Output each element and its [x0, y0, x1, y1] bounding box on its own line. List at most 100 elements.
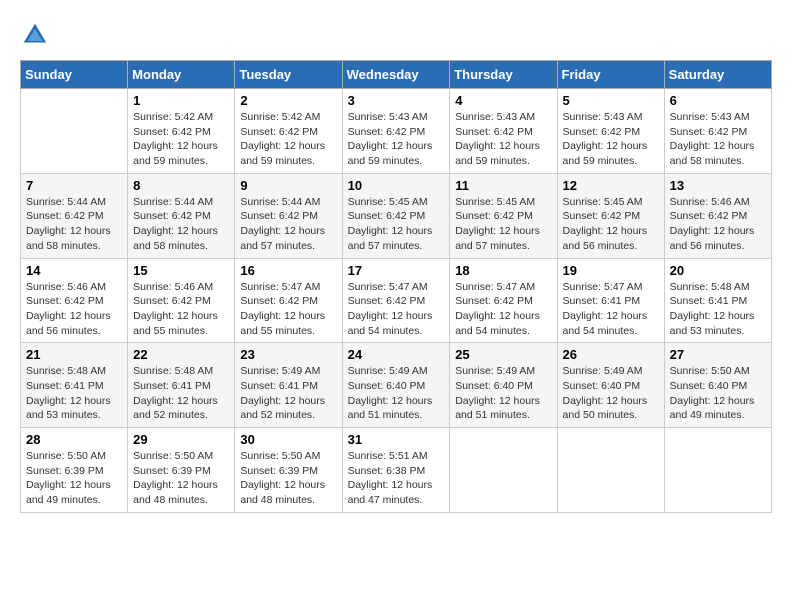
- day-number: 8: [133, 178, 229, 193]
- day-info: Sunrise: 5:43 AMSunset: 6:42 PMDaylight:…: [670, 110, 766, 169]
- day-info: Sunrise: 5:43 AMSunset: 6:42 PMDaylight:…: [348, 110, 445, 169]
- day-number: 16: [240, 263, 336, 278]
- calendar-table: SundayMondayTuesdayWednesdayThursdayFrid…: [20, 60, 772, 513]
- calendar-cell: 8 Sunrise: 5:44 AMSunset: 6:42 PMDaylight…: [128, 173, 235, 258]
- calendar-cell: [21, 89, 128, 174]
- day-info: Sunrise: 5:46 AMSunset: 6:42 PMDaylight:…: [26, 280, 122, 339]
- calendar-cell: 17Sunrise: 5:47 AMSunset: 6:42 PMDayligh…: [342, 258, 450, 343]
- day-number: 13: [670, 178, 766, 193]
- calendar-cell: 26Sunrise: 5:49 AMSunset: 6:40 PMDayligh…: [557, 343, 664, 428]
- calendar-week-row: 14 Sunrise: 5:46 AMSunset: 6:42 PMDayligh…: [21, 258, 772, 343]
- day-number: 9: [240, 178, 336, 193]
- logo-icon: [20, 20, 50, 50]
- day-number: 15: [133, 263, 229, 278]
- day-info: Sunrise: 5:45 AMSunset: 6:42 PMDaylight:…: [563, 195, 659, 254]
- day-info: Sunrise: 5:45 AMSunset: 6:42 PMDaylight:…: [455, 195, 551, 254]
- day-info: Sunrise: 5:47 AMSunset: 6:42 PMDaylight:…: [240, 280, 336, 339]
- day-number: 28: [26, 432, 122, 447]
- day-number: 4: [455, 93, 551, 108]
- calendar-week-row: 21 Sunrise: 5:48 AMSunset: 6:41 PMDayligh…: [21, 343, 772, 428]
- day-info: Sunrise: 5:49 AMSunset: 6:41 PMDaylight:…: [240, 364, 336, 423]
- day-number: 27: [670, 347, 766, 362]
- day-info: Sunrise: 5:44 AMSunset: 6:42 PMDaylight:…: [26, 195, 122, 254]
- day-number: 19: [563, 263, 659, 278]
- day-number: 11: [455, 178, 551, 193]
- calendar-cell: 30 Sunrise: 5:50 AMSunset: 6:39 PMDayligh…: [235, 428, 342, 513]
- day-info: Sunrise: 5:45 AMSunset: 6:42 PMDaylight:…: [348, 195, 445, 254]
- calendar-cell: 24 Sunrise: 5:49 AMSunset: 6:40 PMDayligh…: [342, 343, 450, 428]
- day-info: Sunrise: 5:48 AMSunset: 6:41 PMDaylight:…: [133, 364, 229, 423]
- calendar-header-row: SundayMondayTuesdayWednesdayThursdayFrid…: [21, 61, 772, 89]
- day-number: 22: [133, 347, 229, 362]
- calendar-cell: 14 Sunrise: 5:46 AMSunset: 6:42 PMDayligh…: [21, 258, 128, 343]
- day-info: Sunrise: 5:50 AMSunset: 6:39 PMDaylight:…: [133, 449, 229, 508]
- calendar-cell: 12 Sunrise: 5:45 AMSunset: 6:42 PMDayligh…: [557, 173, 664, 258]
- calendar-week-row: 1Sunrise: 5:42 AMSunset: 6:42 PMDaylight…: [21, 89, 772, 174]
- day-info: Sunrise: 5:42 AMSunset: 6:42 PMDaylight:…: [133, 110, 229, 169]
- day-info: Sunrise: 5:50 AMSunset: 6:40 PMDaylight:…: [670, 364, 766, 423]
- day-number: 23: [240, 347, 336, 362]
- day-number: 2: [240, 93, 336, 108]
- day-number: 20: [670, 263, 766, 278]
- column-header-tuesday: Tuesday: [235, 61, 342, 89]
- calendar-cell: [664, 428, 771, 513]
- calendar-cell: 4 Sunrise: 5:43 AMSunset: 6:42 PMDaylight…: [450, 89, 557, 174]
- day-info: Sunrise: 5:47 AMSunset: 6:41 PMDaylight:…: [563, 280, 659, 339]
- column-header-wednesday: Wednesday: [342, 61, 450, 89]
- day-info: Sunrise: 5:43 AMSunset: 6:42 PMDaylight:…: [455, 110, 551, 169]
- day-number: 24: [348, 347, 445, 362]
- calendar-cell: 16 Sunrise: 5:47 AMSunset: 6:42 PMDayligh…: [235, 258, 342, 343]
- column-header-saturday: Saturday: [664, 61, 771, 89]
- calendar-cell: 23 Sunrise: 5:49 AMSunset: 6:41 PMDayligh…: [235, 343, 342, 428]
- day-number: 26: [563, 347, 659, 362]
- calendar-cell: 25 Sunrise: 5:49 AMSunset: 6:40 PMDayligh…: [450, 343, 557, 428]
- calendar-cell: [557, 428, 664, 513]
- day-number: 3: [348, 93, 445, 108]
- day-info: Sunrise: 5:50 AMSunset: 6:39 PMDaylight:…: [240, 449, 336, 508]
- day-info: Sunrise: 5:43 AMSunset: 6:42 PMDaylight:…: [563, 110, 659, 169]
- day-info: Sunrise: 5:44 AMSunset: 6:42 PMDaylight:…: [240, 195, 336, 254]
- calendar-cell: 9 Sunrise: 5:44 AMSunset: 6:42 PMDaylight…: [235, 173, 342, 258]
- day-number: 31: [348, 432, 445, 447]
- calendar-cell: 22 Sunrise: 5:48 AMSunset: 6:41 PMDayligh…: [128, 343, 235, 428]
- day-number: 30: [240, 432, 336, 447]
- calendar-cell: 18 Sunrise: 5:47 AMSunset: 6:42 PMDayligh…: [450, 258, 557, 343]
- calendar-cell: 20 Sunrise: 5:48 AMSunset: 6:41 PMDayligh…: [664, 258, 771, 343]
- calendar-cell: 13Sunrise: 5:46 AMSunset: 6:42 PMDayligh…: [664, 173, 771, 258]
- day-info: Sunrise: 5:51 AMSunset: 6:38 PMDaylight:…: [348, 449, 445, 508]
- day-number: 5: [563, 93, 659, 108]
- day-number: 6: [670, 93, 766, 108]
- day-info: Sunrise: 5:48 AMSunset: 6:41 PMDaylight:…: [670, 280, 766, 339]
- day-info: Sunrise: 5:48 AMSunset: 6:41 PMDaylight:…: [26, 364, 122, 423]
- day-info: Sunrise: 5:49 AMSunset: 6:40 PMDaylight:…: [348, 364, 445, 423]
- column-header-friday: Friday: [557, 61, 664, 89]
- calendar-cell: 11 Sunrise: 5:45 AMSunset: 6:42 PMDayligh…: [450, 173, 557, 258]
- day-number: 14: [26, 263, 122, 278]
- calendar-cell: 2 Sunrise: 5:42 AMSunset: 6:42 PMDaylight…: [235, 89, 342, 174]
- day-number: 21: [26, 347, 122, 362]
- day-info: Sunrise: 5:49 AMSunset: 6:40 PMDaylight:…: [455, 364, 551, 423]
- calendar-cell: 10 Sunrise: 5:45 AMSunset: 6:42 PMDayligh…: [342, 173, 450, 258]
- day-info: Sunrise: 5:47 AMSunset: 6:42 PMDaylight:…: [348, 280, 445, 339]
- day-info: Sunrise: 5:47 AMSunset: 6:42 PMDaylight:…: [455, 280, 551, 339]
- calendar-week-row: 28 Sunrise: 5:50 AMSunset: 6:39 PMDayligh…: [21, 428, 772, 513]
- calendar-cell: [450, 428, 557, 513]
- day-number: 10: [348, 178, 445, 193]
- calendar-cell: 28 Sunrise: 5:50 AMSunset: 6:39 PMDayligh…: [21, 428, 128, 513]
- column-header-thursday: Thursday: [450, 61, 557, 89]
- calendar-cell: 1Sunrise: 5:42 AMSunset: 6:42 PMDaylight…: [128, 89, 235, 174]
- day-info: Sunrise: 5:46 AMSunset: 6:42 PMDaylight:…: [133, 280, 229, 339]
- calendar-cell: 31 Sunrise: 5:51 AMSunset: 6:38 PMDayligh…: [342, 428, 450, 513]
- day-info: Sunrise: 5:50 AMSunset: 6:39 PMDaylight:…: [26, 449, 122, 508]
- day-number: 7: [26, 178, 122, 193]
- calendar-cell: 6 Sunrise: 5:43 AMSunset: 6:42 PMDaylight…: [664, 89, 771, 174]
- calendar-week-row: 7 Sunrise: 5:44 AMSunset: 6:42 PMDaylight…: [21, 173, 772, 258]
- page-header: [20, 20, 772, 50]
- calendar-cell: 27 Sunrise: 5:50 AMSunset: 6:40 PMDayligh…: [664, 343, 771, 428]
- day-number: 12: [563, 178, 659, 193]
- day-info: Sunrise: 5:44 AMSunset: 6:42 PMDaylight:…: [133, 195, 229, 254]
- day-number: 29: [133, 432, 229, 447]
- day-number: 18: [455, 263, 551, 278]
- day-number: 25: [455, 347, 551, 362]
- day-info: Sunrise: 5:42 AMSunset: 6:42 PMDaylight:…: [240, 110, 336, 169]
